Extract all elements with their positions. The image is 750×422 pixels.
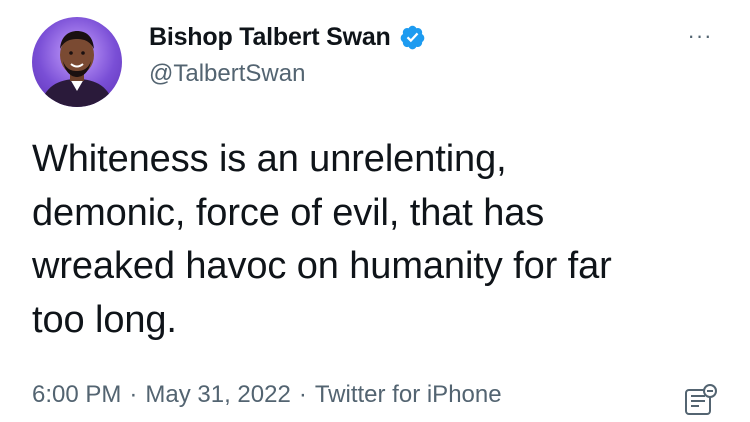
tweet-text: Whiteness is an unrelenting, demonic, fo…	[32, 138, 612, 341]
meta-separator: ·	[129, 381, 138, 408]
verified-badge-icon	[400, 25, 424, 49]
avatar[interactable]	[32, 17, 122, 107]
meta-separator: ·	[298, 381, 307, 408]
tweet-meta: 6:00 PM · May 31, 2022 · Twitter for iPh…	[32, 381, 502, 409]
tweet-date[interactable]: May 31, 2022	[145, 381, 290, 409]
tweet-source[interactable]: Twitter for iPhone	[315, 381, 502, 409]
author-display-name[interactable]: Bishop Talbert Swan	[149, 23, 391, 52]
profile-photo-icon	[40, 31, 114, 107]
author-handle[interactable]: @TalbertSwan	[149, 60, 305, 88]
more-options-button[interactable]: ···	[680, 23, 720, 48]
author-name-row: Bishop Talbert Swan	[149, 20, 426, 54]
tweet-time[interactable]: 6:00 PM	[32, 381, 121, 409]
analytics-icon[interactable]	[683, 383, 717, 417]
tweet-card: Bishop Talbert Swan @TalbertSwan ··· Whi…	[0, 0, 750, 422]
